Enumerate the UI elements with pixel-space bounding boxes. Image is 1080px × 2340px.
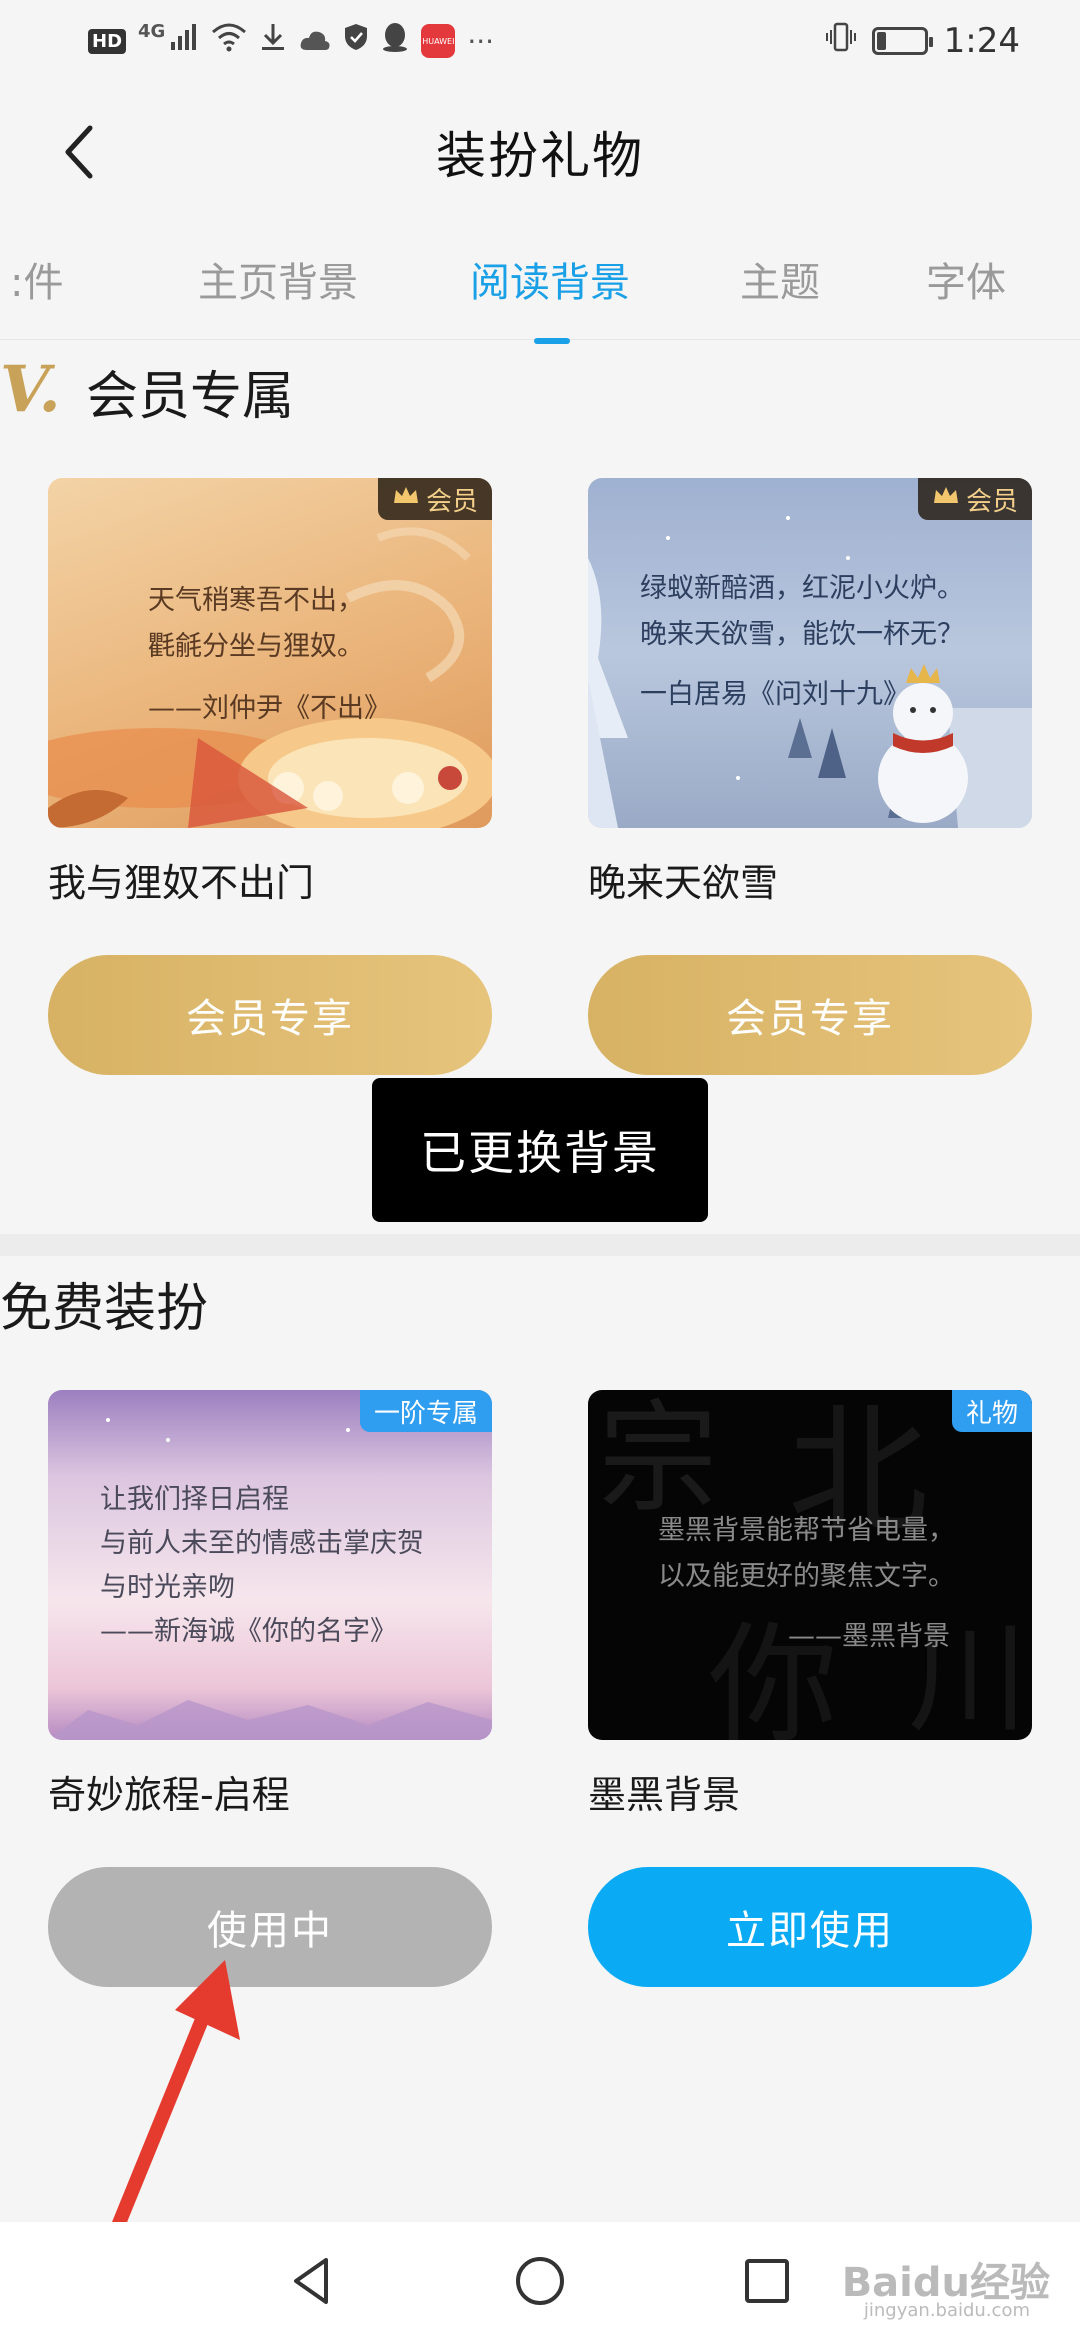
tier-badge: 一阶专属 xyxy=(359,1390,492,1432)
gift-badge: 礼物 xyxy=(951,1390,1032,1432)
battery-icon xyxy=(871,27,933,55)
status-bar: HD 4G HUAWEI ··· 1:24 xyxy=(0,0,1080,82)
back-button[interactable] xyxy=(40,112,120,192)
card-thumbnail[interactable]: 宗 北 你 川 礼物 墨黑背景能帮节省电量， 以及能更好的聚焦文字。 ——墨黑背… xyxy=(588,1390,1032,1740)
crown-icon xyxy=(932,484,960,514)
background-card[interactable]: 宗 北 你 川 礼物 墨黑背景能帮节省电量， 以及能更好的聚焦文字。 ——墨黑背… xyxy=(588,1390,1032,1987)
crown-icon xyxy=(392,484,420,514)
vip-exclusive-button[interactable]: 会员专享 xyxy=(588,955,1032,1075)
card-name: 奇妙旅程-启程 xyxy=(48,1773,290,1817)
chevron-left-icon xyxy=(65,125,93,179)
card-name: 晚来天欲雪 xyxy=(588,861,779,905)
baidu-watermark-url: jingyan.baidu.com xyxy=(863,2300,1030,2321)
battery-fill xyxy=(876,32,886,50)
vip-badge: 会员 xyxy=(917,478,1032,520)
triangle-back-icon xyxy=(294,2258,329,2304)
vip-badge-label: 会员 xyxy=(425,486,478,517)
poem-line: 晚来天欲雪，能饮一杯无？ xyxy=(640,619,964,650)
poem-line: 与时光亲吻 xyxy=(100,1572,235,1603)
huawei-app-icon: HUAWEI xyxy=(421,24,456,58)
card-name: 墨黑背景 xyxy=(588,1773,741,1817)
background-card[interactable]: 会员 天气稍寒吾不出， 氍毹分坐与狸奴。 ——刘仲尹《不出》 我与狸奴不出门 会… xyxy=(48,478,492,1075)
tab-homepage-background[interactable]: 主页背景 xyxy=(198,250,358,308)
card-poem: 天气稍寒吾不出， 氍毹分坐与狸奴。 ——刘仲尹《不出》 xyxy=(148,578,492,732)
free-section-title: 免费装扮 xyxy=(0,1279,209,1339)
tier-badge-label: 一阶专属 xyxy=(373,1398,478,1429)
toast-message: 已更换背景 xyxy=(372,1078,708,1222)
tab-widget[interactable]: :件 xyxy=(10,250,63,308)
poem-line: 一白居易《问刘十九》 xyxy=(640,679,910,710)
shield-icon xyxy=(343,22,369,60)
poem-line: 让我们择日启程 xyxy=(100,1484,289,1515)
vip-badge: 会员 xyxy=(377,478,492,520)
poem-line: 以及能更好的聚焦文字。 xyxy=(658,1561,955,1592)
vibrate-icon xyxy=(825,21,856,61)
poem-line: 墨黑背景能帮节省电量， xyxy=(658,1515,955,1546)
app-header: 装扮礼物 xyxy=(0,82,1080,222)
poem-line: ——刘仲尹《不出》 xyxy=(148,693,391,724)
tab-font[interactable]: 字体 xyxy=(926,250,1006,308)
card-name: 我与狸奴不出门 xyxy=(48,861,315,905)
vip-logo: V. xyxy=(0,352,61,427)
card-poem: 墨黑背景能帮节省电量， 以及能更好的聚焦文字。 ——墨黑背景 xyxy=(658,1508,1032,1660)
signal-icon xyxy=(169,22,199,60)
qq-icon xyxy=(381,21,409,61)
tab-theme[interactable]: 主题 xyxy=(740,250,820,308)
tab-reading-background[interactable]: 阅读背景 xyxy=(470,250,630,308)
more-notifications-icon: ··· xyxy=(467,24,495,58)
card-thumbnail[interactable]: 会员 天气稍寒吾不出， 氍毹分坐与狸奴。 ——刘仲尹《不出》 xyxy=(48,478,492,828)
circle-home-icon xyxy=(515,2257,564,2305)
wifi-icon xyxy=(211,22,247,60)
use-now-button[interactable]: 立即使用 xyxy=(588,1867,1032,1987)
category-tabs: :件 主页背景 阅读背景 主题 字体 xyxy=(0,230,1080,340)
square-recents-icon xyxy=(744,2259,789,2303)
page-title: 装扮礼物 xyxy=(436,127,644,185)
poem-line: 氍毹分坐与狸奴。 xyxy=(148,631,364,662)
card-thumbnail[interactable]: 一阶专属 让我们择日启程 与前人未至的情感击掌庆贺 与时光亲吻 ——新海诚《你的… xyxy=(48,1390,492,1740)
background-card[interactable]: 会员 绿蚁新醅酒，红泥小火炉。 晚来天欲雪，能饮一杯无？ 一白居易《问刘十九》 … xyxy=(588,478,1032,1075)
poem-line: ——墨黑背景 xyxy=(788,1621,950,1652)
download-icon xyxy=(259,22,287,60)
vip-exclusive-button[interactable]: 会员专享 xyxy=(48,955,492,1075)
poem-line: 绿蚁新醅酒，红泥小火炉。 xyxy=(640,573,964,604)
background-card[interactable]: 一阶专属 让我们择日启程 与前人未至的情感击掌庆贺 与时光亲吻 ——新海诚《你的… xyxy=(48,1390,492,1987)
poem-line: 天气稍寒吾不出， xyxy=(148,585,364,616)
card-poem: 让我们择日启程 与前人未至的情感击掌庆贺 与时光亲吻 ——新海诚《你的名字》 xyxy=(100,1478,492,1654)
hd-icon: HD xyxy=(88,28,127,54)
active-tab-indicator xyxy=(534,338,570,344)
poem-line: 与前人未至的情感击掌庆贺 xyxy=(100,1528,424,1559)
vip-section-title: 会员专属 xyxy=(86,367,295,427)
poem-line: ——新海诚《你的名字》 xyxy=(100,1616,397,1647)
status-icons-left: HD 4G HUAWEI ··· xyxy=(88,21,494,61)
nav-home-button[interactable] xyxy=(500,2241,580,2321)
card-poem: 绿蚁新醅酒，红泥小火炉。 晚来天欲雪，能饮一杯无？ 一白居易《问刘十九》 xyxy=(640,566,1032,718)
nav-back-button[interactable] xyxy=(273,2241,353,2321)
network-type: 4G xyxy=(138,20,166,42)
gift-badge-label: 礼物 xyxy=(965,1398,1018,1429)
cloud-icon xyxy=(299,22,331,60)
status-icons-right: 1:24 xyxy=(825,21,1020,61)
nav-recents-button[interactable] xyxy=(727,2241,807,2321)
section-divider xyxy=(0,1234,1080,1256)
status-time: 1:24 xyxy=(943,21,1020,61)
vip-badge-label: 会员 xyxy=(965,486,1018,517)
card-thumbnail[interactable]: 会员 绿蚁新醅酒，红泥小火炉。 晚来天欲雪，能饮一杯无？ 一白居易《问刘十九》 xyxy=(588,478,1032,828)
